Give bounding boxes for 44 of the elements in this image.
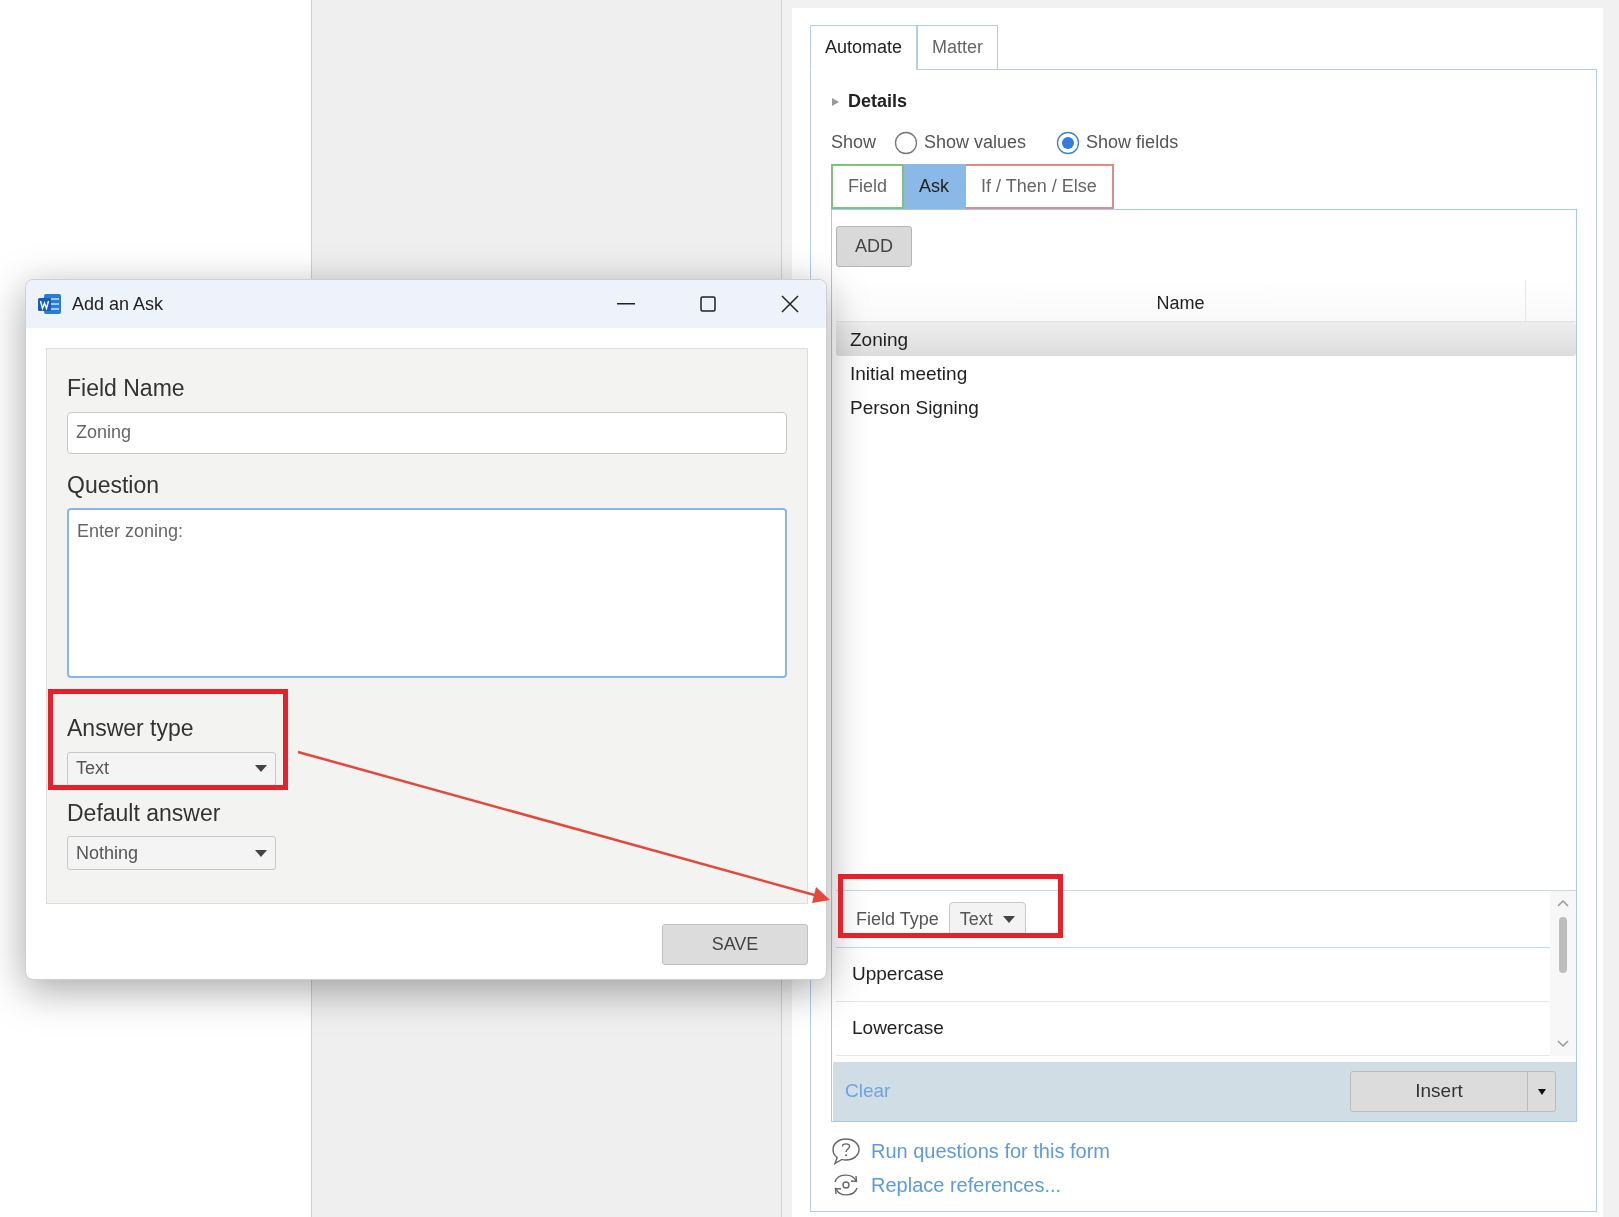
scrollbar-thumb[interactable] <box>1559 917 1567 973</box>
caret-icon <box>1002 915 1015 923</box>
scroll-up-icon[interactable] <box>1557 899 1569 907</box>
list-item[interactable]: Person Signing <box>836 390 1576 424</box>
list-item[interactable]: Zoning <box>836 322 1576 356</box>
dropdown[interactable]: Nothing <box>67 836 276 870</box>
radio-label[interactable]: Show fields <box>1086 129 1179 156</box>
question-field[interactable]: Enter zoning: <box>67 508 787 678</box>
list-item[interactable]: Initial meeting <box>836 356 1576 390</box>
show-label: Show <box>831 131 877 154</box>
field-label: Default answer <box>67 798 222 828</box>
tab[interactable]: Matter <box>917 25 999 70</box>
tab[interactable]: Automate <box>810 25 918 70</box>
dropdown[interactable]: Text <box>67 751 276 786</box>
expand-icon[interactable] <box>831 96 840 107</box>
tab[interactable]: Field <box>831 164 904 209</box>
window-title: Add an Ask <box>72 292 165 316</box>
word-app-icon <box>38 293 62 315</box>
tab[interactable]: If / Then / Else <box>966 164 1114 209</box>
help-bubble-icon <box>831 1137 861 1165</box>
field-label: Field Name <box>67 374 186 403</box>
table-header: Name <box>836 280 1576 322</box>
field-label: Question <box>67 470 161 500</box>
field-label: Answer type <box>67 714 195 743</box>
list-item[interactable]: Lowercase <box>836 1002 1550 1056</box>
caret-icon <box>1537 1088 1546 1095</box>
add-button[interactable]: ADD <box>836 226 912 267</box>
scrollbar[interactable] <box>1550 891 1576 1056</box>
maximize-icon <box>700 296 716 312</box>
input-field[interactable]: Zoning <box>67 411 787 454</box>
tab[interactable]: Ask <box>904 164 967 209</box>
scroll-down-icon[interactable] <box>1557 1040 1569 1048</box>
caret-icon <box>255 849 267 857</box>
save-button[interactable]: SAVE <box>662 924 808 965</box>
close-icon <box>781 295 799 313</box>
list-item[interactable]: Uppercase <box>836 948 1550 1002</box>
minimize-icon <box>617 303 635 305</box>
field-type-label: Field Type <box>856 907 939 931</box>
radio-button[interactable] <box>1056 130 1081 155</box>
refresh-icon <box>831 1172 861 1198</box>
section-title: Details <box>848 90 908 113</box>
caret-icon <box>255 765 267 772</box>
radio-button[interactable] <box>894 130 919 155</box>
radio-label[interactable]: Show values <box>924 129 1027 156</box>
